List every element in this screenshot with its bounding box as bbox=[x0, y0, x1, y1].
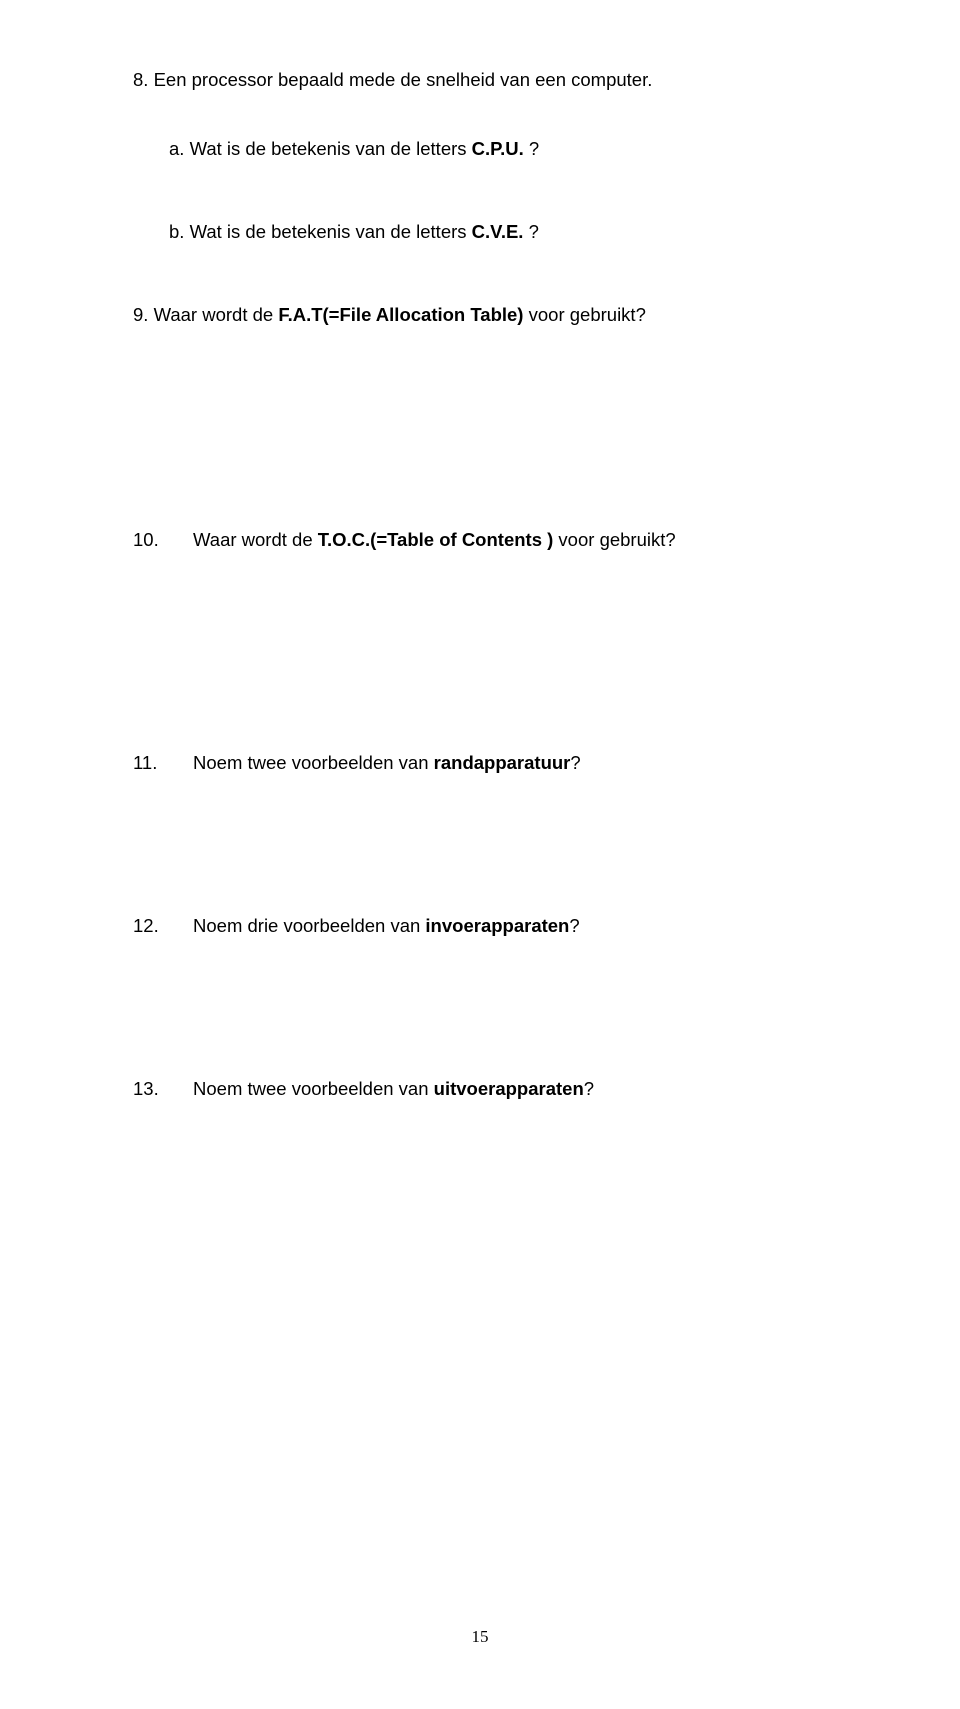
q10-text: Waar wordt de T.O.C.(=Table of Contents … bbox=[193, 528, 842, 553]
q8b-prefix: b. Wat is de betekenis van de letters bbox=[169, 221, 472, 242]
q8b-suffix: ? bbox=[523, 221, 538, 242]
q11-text: Noem twee voorbeelden van randapparatuur… bbox=[193, 751, 842, 776]
question-8b: b. Wat is de betekenis van de letters C.… bbox=[169, 220, 842, 245]
q13-suffix: ? bbox=[584, 1078, 594, 1099]
question-9: 9. Waar wordt de F.A.T(=File Allocation … bbox=[133, 303, 842, 328]
q8a-suffix: ? bbox=[524, 138, 539, 159]
q13-prefix: Noem twee voorbeelden van bbox=[193, 1078, 434, 1099]
q13-num: 13. bbox=[133, 1077, 193, 1102]
question-13: 13. Noem twee voorbeelden van uitvoerapp… bbox=[133, 1077, 842, 1102]
q8b-bold: C.V.E. bbox=[472, 221, 524, 242]
q10-prefix: Waar wordt de bbox=[193, 529, 318, 550]
q10-bold: T.O.C.(=Table of Contents ) bbox=[318, 529, 554, 550]
q11-num: 11. bbox=[133, 751, 193, 776]
q12-bold: invoerapparaten bbox=[425, 915, 569, 936]
q10-num: 10. bbox=[133, 528, 193, 553]
q9-bold: F.A.T(=File Allocation Table) bbox=[278, 304, 523, 325]
q9-prefix: 9. Waar wordt de bbox=[133, 304, 278, 325]
q12-prefix: Noem drie voorbeelden van bbox=[193, 915, 425, 936]
q8a-prefix: a. Wat is de betekenis van de letters bbox=[169, 138, 472, 159]
page-number: 15 bbox=[0, 1627, 960, 1647]
question-8: 8. Een processor bepaald mede de snelhei… bbox=[133, 68, 842, 93]
q11-suffix: ? bbox=[570, 752, 580, 773]
q8-text: 8. Een processor bepaald mede de snelhei… bbox=[133, 69, 652, 90]
question-8a: a. Wat is de betekenis van de letters C.… bbox=[169, 137, 842, 162]
q13-bold: uitvoerapparaten bbox=[434, 1078, 584, 1099]
q9-suffix: voor gebruikt? bbox=[523, 304, 645, 325]
q12-num: 12. bbox=[133, 914, 193, 939]
question-11: 11. Noem twee voorbeelden van randappara… bbox=[133, 751, 842, 776]
q11-prefix: Noem twee voorbeelden van bbox=[193, 752, 434, 773]
question-10: 10. Waar wordt de T.O.C.(=Table of Conte… bbox=[133, 528, 842, 553]
q12-text: Noem drie voorbeelden van invoerapparate… bbox=[193, 914, 842, 939]
q8a-bold: C.P.U. bbox=[472, 138, 524, 159]
q11-bold: randapparatuur bbox=[434, 752, 571, 773]
q13-text: Noem twee voorbeelden van uitvoerapparat… bbox=[193, 1077, 842, 1102]
q12-suffix: ? bbox=[569, 915, 579, 936]
question-12: 12. Noem drie voorbeelden van invoerappa… bbox=[133, 914, 842, 939]
q10-suffix: voor gebruikt? bbox=[553, 529, 675, 550]
